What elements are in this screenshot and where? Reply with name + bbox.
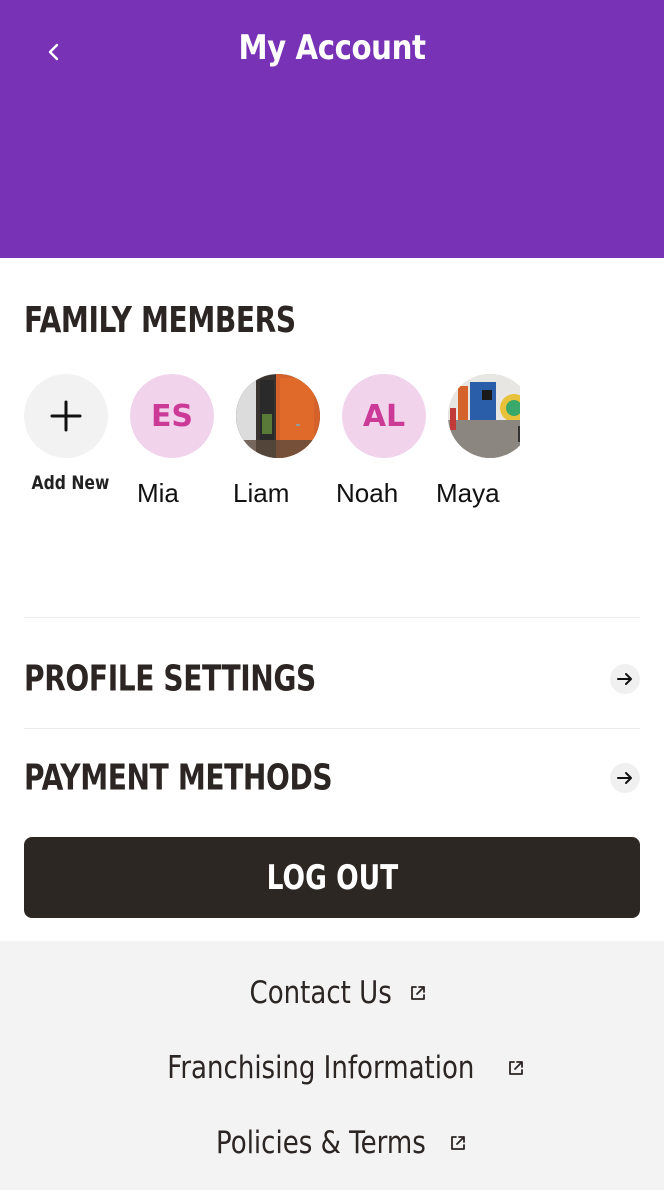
plus-icon — [24, 374, 108, 458]
avatar[interactable]: ES — [130, 374, 214, 458]
external-link-icon — [451, 1136, 465, 1150]
member-name: Liam — [233, 478, 290, 508]
add-member-avatar[interactable] — [24, 374, 108, 458]
profile-settings-row[interactable]: PROFILE SETTINGS — [24, 639, 640, 719]
add-new-label: Add New — [31, 472, 110, 494]
external-link-icon — [410, 986, 425, 1000]
logout-button[interactable]: LOG OUT — [24, 837, 640, 918]
footer: Contact Us Franchising Information Polic… — [0, 941, 664, 1190]
divider — [24, 617, 640, 618]
avatar[interactable]: AL — [342, 374, 426, 458]
family-members-title: FAMILY MEMBERS — [24, 300, 296, 341]
page-title: My Account — [238, 28, 426, 68]
arrow-right-icon — [610, 763, 640, 793]
contact-us-label: Contact Us — [249, 975, 393, 1011]
divider — [24, 728, 640, 729]
payment-methods-row[interactable]: PAYMENT METHODS — [24, 738, 640, 818]
profile-settings-label: PROFILE SETTINGS — [24, 658, 316, 700]
policies-terms-label: Policies & Terms — [216, 1125, 426, 1161]
add-member-button[interactable]: Add New — [24, 374, 110, 494]
member-name: Maya — [436, 478, 500, 508]
photo-avatar-playroom — [448, 374, 520, 458]
arrow-right-icon — [610, 664, 640, 694]
member-liam[interactable] — [236, 374, 320, 458]
member-noah[interactable]: AL — [342, 374, 426, 458]
external-link-icon — [508, 1061, 523, 1075]
member-name: Noah — [336, 478, 399, 508]
avatar[interactable] — [448, 374, 520, 458]
photo-avatar-orange-door — [236, 374, 320, 458]
member-maya[interactable] — [448, 374, 520, 458]
payment-methods-label: PAYMENT METHODS — [24, 757, 333, 799]
franchising-link[interactable]: Franchising Information — [0, 1050, 664, 1086]
member-mia[interactable]: ES — [130, 374, 214, 458]
family-members-list: Add New ES AL Mia Liam Noah Maya — [24, 374, 520, 514]
header-bar: My Account — [0, 0, 664, 258]
avatar-initials: AL — [362, 398, 406, 434]
avatar[interactable] — [236, 374, 320, 458]
contact-us-link[interactable]: Contact Us — [0, 975, 664, 1011]
avatar-initials: ES — [150, 398, 194, 434]
policies-terms-link[interactable]: Policies & Terms — [0, 1125, 664, 1161]
logout-label: LOG OUT — [266, 857, 398, 898]
member-name: Mia — [137, 478, 179, 508]
franchising-label: Franchising Information — [167, 1050, 475, 1086]
